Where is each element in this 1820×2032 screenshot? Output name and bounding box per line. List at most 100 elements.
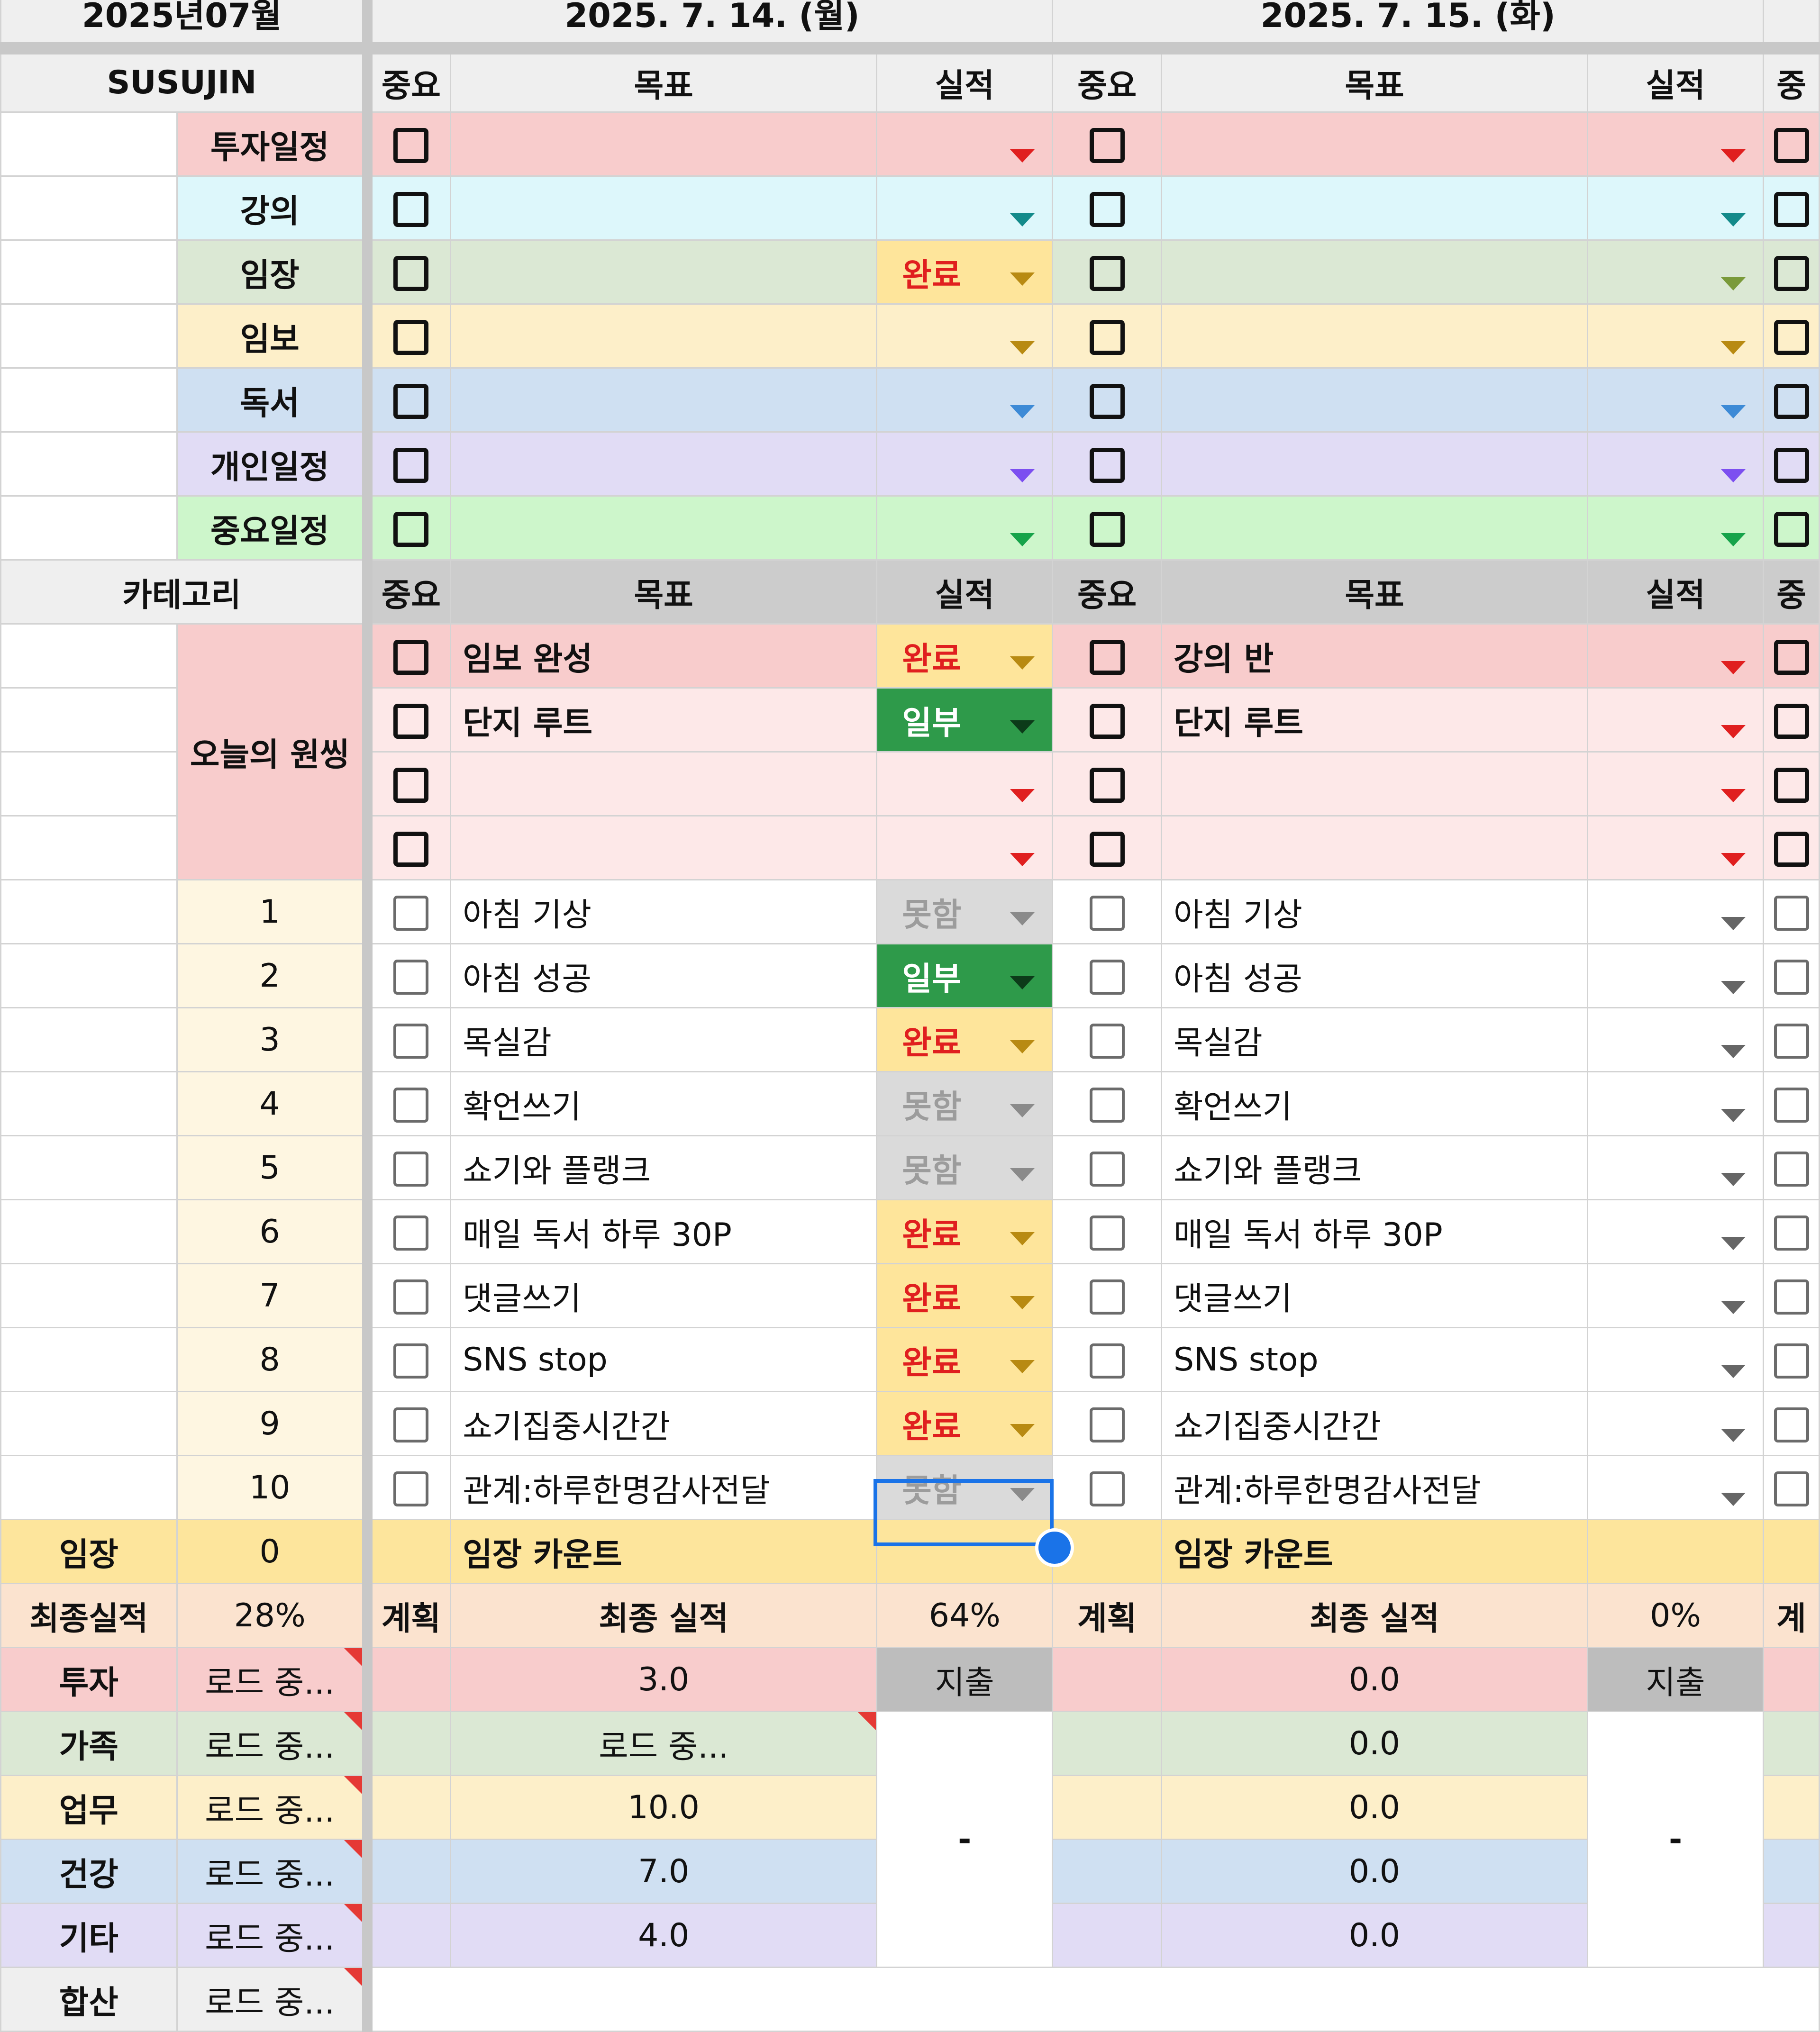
important-checkbox[interactable] [1052, 1135, 1162, 1200]
result-dropdown[interactable]: 못함 [876, 1135, 1054, 1200]
dropdown-arrow-icon[interactable] [1010, 976, 1035, 989]
checkbox-icon[interactable] [1774, 256, 1809, 291]
dropdown-arrow-icon[interactable] [1721, 1109, 1746, 1122]
result-dropdown[interactable]: 못함 [876, 879, 1054, 944]
important-checkbox[interactable] [1763, 1263, 1820, 1328]
checkbox-icon[interactable] [1089, 896, 1125, 931]
checkbox-icon[interactable] [1089, 832, 1125, 867]
important-checkbox[interactable] [362, 1263, 452, 1328]
result-dropdown[interactable] [1587, 751, 1765, 816]
result-dropdown[interactable] [1587, 1007, 1765, 1072]
budget-amount[interactable]: 3.0 [450, 1647, 878, 1712]
dropdown-arrow-icon[interactable] [1721, 1237, 1746, 1250]
result-dropdown[interactable] [1587, 111, 1765, 177]
result-dropdown[interactable] [1587, 687, 1765, 753]
important-checkbox[interactable] [1052, 1455, 1162, 1520]
important-checkbox[interactable] [362, 495, 452, 561]
habit-goal[interactable]: 쇼기집중시간간 [450, 1391, 878, 1456]
checkbox-icon[interactable] [1774, 832, 1809, 867]
important-checkbox[interactable] [1052, 1327, 1162, 1392]
checkbox-icon[interactable] [1774, 448, 1809, 483]
result-dropdown[interactable] [1587, 815, 1765, 880]
goal-cell[interactable] [1160, 239, 1589, 305]
wish-goal[interactable] [450, 815, 878, 880]
habit-goal[interactable]: 목실감 [1160, 1007, 1589, 1072]
result-dropdown[interactable]: 완료 [876, 1391, 1054, 1456]
result-dropdown[interactable] [1587, 495, 1765, 561]
important-checkbox[interactable] [362, 1455, 452, 1520]
dropdown-arrow-icon[interactable] [1721, 853, 1746, 866]
checkbox-icon[interactable] [393, 896, 429, 931]
checkbox-icon[interactable] [393, 832, 429, 867]
wish-goal[interactable]: 강의 반 [1160, 623, 1589, 689]
important-checkbox[interactable] [1763, 879, 1820, 944]
wish-goal[interactable] [1160, 751, 1589, 816]
checkbox-icon[interactable] [393, 1343, 429, 1379]
checkbox-icon[interactable] [1089, 768, 1125, 803]
result-dropdown[interactable] [1587, 303, 1765, 369]
goal-cell[interactable] [450, 495, 878, 561]
habit-goal[interactable]: SNS stop [1160, 1327, 1589, 1392]
important-checkbox[interactable] [1052, 111, 1162, 177]
goal-cell[interactable] [450, 175, 878, 241]
result-dropdown[interactable]: 완료 [876, 1327, 1054, 1392]
checkbox-icon[interactable] [393, 1088, 429, 1123]
habit-goal[interactable]: 목실감 [450, 1007, 878, 1072]
dropdown-arrow-icon[interactable] [1010, 1424, 1035, 1437]
wish-goal[interactable]: 단지 루트 [450, 687, 878, 753]
checkbox-icon[interactable] [393, 1471, 429, 1507]
dropdown-arrow-icon[interactable] [1721, 533, 1746, 546]
checkbox-icon[interactable] [1774, 640, 1809, 675]
result-dropdown[interactable] [1587, 175, 1765, 241]
important-checkbox[interactable] [1052, 815, 1162, 880]
result-dropdown[interactable] [1587, 1135, 1765, 1200]
dropdown-arrow-icon[interactable] [1721, 917, 1746, 930]
important-checkbox[interactable] [1052, 175, 1162, 241]
checkbox-icon[interactable] [1089, 448, 1125, 483]
habit-goal[interactable]: 아침 기상 [1160, 879, 1589, 944]
important-checkbox[interactable] [1763, 175, 1820, 241]
important-checkbox[interactable] [362, 815, 452, 880]
result-dropdown[interactable]: 완료 [876, 239, 1054, 305]
dropdown-arrow-icon[interactable] [1010, 853, 1035, 866]
checkbox-icon[interactable] [1774, 512, 1809, 547]
checkbox-icon[interactable] [1089, 960, 1125, 995]
dropdown-arrow-icon[interactable] [1010, 533, 1035, 546]
result-dropdown[interactable] [1587, 879, 1765, 944]
habit-goal[interactable]: 아침 성공 [1160, 943, 1589, 1008]
dropdown-arrow-icon[interactable] [1010, 469, 1035, 482]
checkbox-icon[interactable] [393, 1024, 429, 1059]
important-checkbox[interactable] [1052, 1007, 1162, 1072]
important-checkbox[interactable] [362, 1199, 452, 1264]
dropdown-arrow-icon[interactable] [1721, 981, 1746, 994]
important-checkbox[interactable] [1052, 367, 1162, 433]
important-checkbox[interactable] [1052, 303, 1162, 369]
wish-goal[interactable] [1160, 815, 1589, 880]
goal-cell[interactable] [450, 111, 878, 177]
important-checkbox[interactable] [1763, 943, 1820, 1008]
goal-cell[interactable] [450, 239, 878, 305]
checkbox-icon[interactable] [393, 256, 429, 291]
checkbox-icon[interactable] [393, 1152, 429, 1187]
checkbox-icon[interactable] [1774, 960, 1809, 995]
result-dropdown[interactable]: 완료 [876, 1199, 1054, 1264]
checkbox-icon[interactable] [1089, 1407, 1125, 1443]
budget-amount[interactable]: 0.0 [1160, 1711, 1589, 1776]
budget-amount[interactable]: 0.0 [1160, 1903, 1589, 1968]
budget-amount[interactable]: 0.0 [1160, 1839, 1589, 1904]
dropdown-arrow-icon[interactable] [1010, 1488, 1035, 1501]
checkbox-icon[interactable] [393, 384, 429, 419]
dropdown-arrow-icon[interactable] [1010, 720, 1035, 734]
checkbox-icon[interactable] [1089, 1152, 1125, 1187]
habit-goal[interactable]: 확언쓰기 [1160, 1071, 1589, 1136]
result-dropdown[interactable] [1587, 1199, 1765, 1264]
checkbox-icon[interactable] [1774, 1024, 1809, 1059]
result-dropdown[interactable] [876, 303, 1054, 369]
important-checkbox[interactable] [1763, 1007, 1820, 1072]
fill-handle[interactable] [1035, 1528, 1074, 1567]
checkbox-icon[interactable] [393, 768, 429, 803]
important-checkbox[interactable] [1052, 239, 1162, 305]
checkbox-icon[interactable] [393, 128, 429, 163]
goal-cell[interactable] [450, 303, 878, 369]
checkbox-icon[interactable] [1089, 704, 1125, 739]
